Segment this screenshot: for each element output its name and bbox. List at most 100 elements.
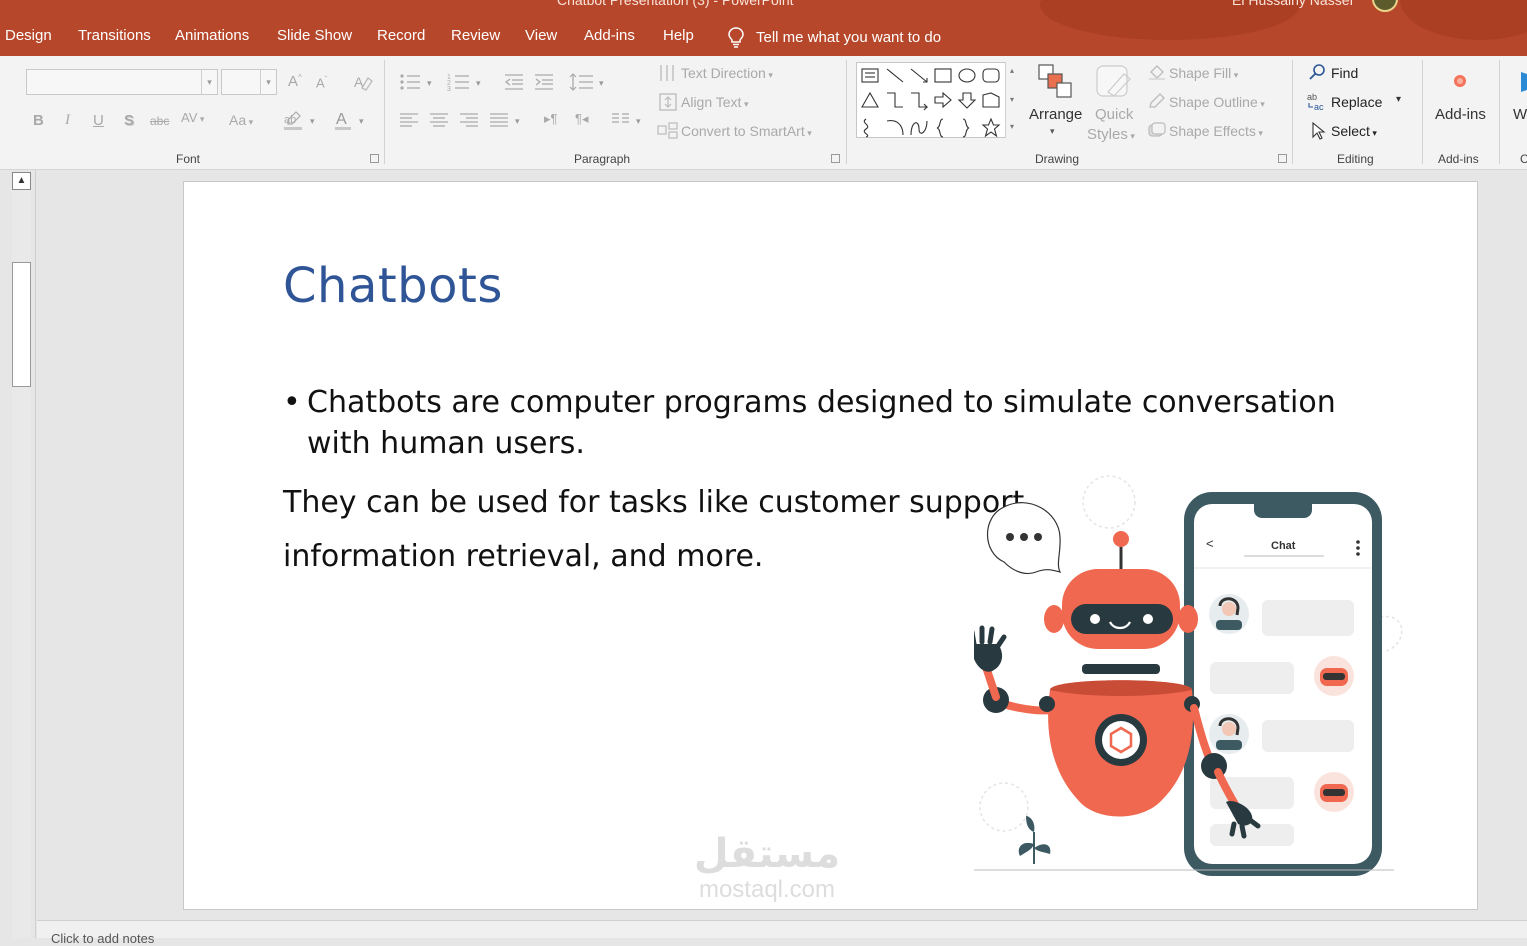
arrange-dropdown-icon[interactable]: ▾ [1050,126,1055,137]
tab-view[interactable]: View [525,27,557,44]
right-arrow-shape-icon [934,91,952,109]
convert-smartart-button[interactable]: Convert to SmartArt ▾ [681,123,812,139]
font-name-combo[interactable]: ▾ [26,69,218,95]
svg-text:▾: ▾ [359,116,364,126]
select-button[interactable]: Select ▾ [1331,123,1377,139]
decrease-indent-icon[interactable] [503,72,525,92]
italic-icon[interactable]: I [65,112,70,129]
font-dialog-launcher[interactable] [370,154,379,163]
text-direction-icon[interactable] [658,63,678,83]
svg-text:▾: ▾ [636,116,641,126]
quick-styles-button[interactable]: Quick [1095,106,1133,123]
paragraph-dialog-launcher[interactable] [831,154,840,163]
tab-add-ins[interactable]: Add-ins [584,27,635,44]
user-name[interactable]: El Hussainy Nassef [1232,0,1353,8]
svg-text:▾: ▾ [599,78,604,88]
rtl-direction-icon[interactable]: ¶◂ [575,111,589,127]
scroll-thumb[interactable] [12,262,31,387]
smartart-icon[interactable] [657,121,679,141]
drawing-dialog-launcher[interactable] [1278,154,1287,163]
tab-design[interactable]: Design [5,27,52,44]
clear-formatting-icon[interactable]: A [352,72,374,92]
search-icon[interactable] [1308,63,1328,83]
svg-text:A: A [336,111,347,128]
bullet-dot: • [283,385,301,420]
justify-icon[interactable]: ▾ [488,112,528,128]
arrange-button[interactable]: Arrange [1029,106,1082,123]
svg-text:ab: ab [1307,92,1317,102]
tab-record[interactable]: Record [377,27,425,44]
increase-font-icon[interactable]: A^ [288,73,302,90]
align-center-icon[interactable] [428,112,450,128]
char-spacing-icon[interactable]: AV ▾ [181,110,204,125]
vertical-scrollbar[interactable]: ▲ [12,172,31,938]
bullets-icon[interactable]: ▾ [398,72,438,92]
notes-pane[interactable]: Click to add notes [37,920,1527,946]
strikethrough-icon[interactable]: abc [150,114,169,128]
right-brace-shape-icon [962,118,970,138]
arrange-icon[interactable] [1036,62,1076,102]
tab-animations[interactable]: Animations [175,27,249,44]
replace-button[interactable]: Replace [1331,94,1382,110]
change-case-icon[interactable]: Aa ▾ [229,112,253,128]
partial-button[interactable]: W [1513,106,1527,123]
shape-effects-button[interactable]: Shape Effects ▾ [1169,123,1263,139]
shapes-gallery-items[interactable] [857,63,1007,139]
add-ins-button[interactable]: Add-ins [1435,106,1486,123]
replace-dropdown-icon[interactable]: ▾ [1396,94,1401,105]
find-button[interactable]: Find [1331,65,1358,81]
paint-bucket-icon[interactable] [1147,63,1167,81]
replace-icon[interactable]: ab ac [1306,92,1330,112]
chatbot-illustration[interactable]: < Chat [974,472,1424,882]
partial-group-label: C [1520,152,1527,166]
phone: < Chat [1184,492,1382,876]
cursor-icon[interactable] [1310,121,1328,141]
numbering-icon[interactable]: 1 2 3 ▾ [447,72,487,92]
font-color-icon[interactable]: A ▾ [334,110,368,132]
tab-slide-show[interactable]: Slide Show [277,27,352,44]
quick-styles-icon[interactable] [1094,62,1134,102]
svg-text:▾: ▾ [515,116,520,126]
watermark-arabic: مستقل [693,832,841,876]
notes-placeholder[interactable]: Click to add notes [51,931,154,946]
columns-icon[interactable]: ▾ [610,112,650,128]
align-left-icon[interactable] [398,112,420,128]
shape-outline-button[interactable]: Shape Outline ▾ [1169,94,1265,110]
ltr-direction-icon[interactable]: ▸¶ [544,111,558,127]
body-paragraph[interactable]: They can be used for tasks like customer… [283,476,1083,584]
tab-transitions[interactable]: Transitions [78,27,151,44]
down-arrow-shape-icon [957,92,977,109]
font-group-label: Font [176,152,201,166]
shapes-gallery[interactable] [856,62,1022,138]
pencil-icon[interactable] [1147,92,1167,110]
scroll-up-button[interactable]: ▲ [12,172,31,190]
align-text-icon[interactable] [658,92,678,112]
shape-fill-button[interactable]: Shape Fill ▾ [1169,65,1238,81]
increase-indent-icon[interactable] [533,72,555,92]
shapes-gallery-scroll[interactable]: ▴ ▾ ▾ [1005,62,1022,138]
text-direction-button[interactable]: Text Direction ▾ [681,65,773,81]
bold-icon[interactable]: B [33,112,44,129]
slide-title[interactable]: Chatbots [283,258,503,314]
decrease-font-icon[interactable]: Aˇ [316,75,327,90]
shape-effects-icon[interactable] [1147,121,1167,139]
drawing-group-label: Drawing [1035,152,1080,166]
bullet-text: Chatbots are computer programs designed … [307,385,1336,461]
align-right-icon[interactable] [458,112,480,128]
line-shape-icon [886,68,904,83]
tab-review[interactable]: Review [451,27,500,44]
paragraph-group-label: Paragraph [574,152,631,166]
avatar[interactable] [1372,0,1398,12]
tab-help[interactable]: Help [663,27,694,44]
underline-icon[interactable]: U [93,112,104,129]
line-spacing-icon[interactable]: ▾ [569,72,609,92]
add-ins-icon[interactable] [1450,72,1470,92]
highlight-color-icon[interactable]: ab ▾ [282,110,320,132]
partial-app-icon[interactable] [1515,70,1527,94]
add-ins-group-label: Add-ins [1438,152,1479,166]
slide-canvas[interactable]: Chatbots • Chatbots are computer program… [183,181,1478,910]
align-text-button[interactable]: Align Text ▾ [681,94,748,110]
font-size-combo[interactable]: ▾ [221,69,277,95]
tell-me-search[interactable]: Tell me what you want to do [726,26,941,48]
text-shadow-icon[interactable]: S [124,112,134,129]
